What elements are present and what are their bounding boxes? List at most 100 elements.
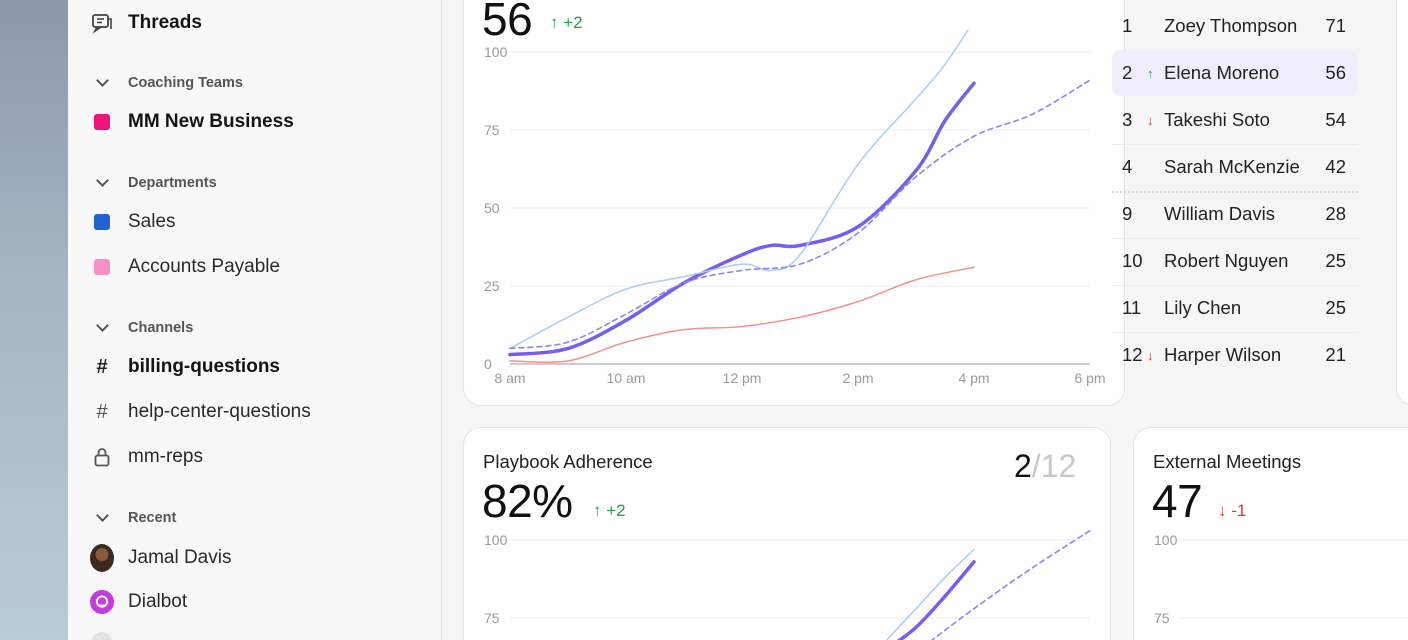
playbook-line-chart: 75 100	[484, 529, 1091, 640]
leaderboard-name: William Davis	[1164, 203, 1275, 224]
leaderboard-rank: 2	[1122, 62, 1133, 83]
sidebar-item-threads[interactable]: Threads	[68, 3, 442, 43]
leaderboard-rank: 11	[1122, 297, 1142, 318]
y-tick-label: 75	[484, 610, 500, 626]
section-recent-header[interactable]: Recent	[68, 498, 442, 538]
sidebar-item-billing-questions[interactable]: # billing-questions	[68, 347, 442, 387]
leaderboard-score: 28	[1325, 203, 1346, 224]
leaderboard-row[interactable]: 11 Lily Chen 25	[1112, 285, 1358, 331]
x-tick-label: 8 am	[494, 370, 525, 386]
leaderboard-rank: 3	[1122, 109, 1133, 130]
sidebar-item-dialbot[interactable]: Dialbot	[68, 582, 442, 622]
leaderboard-rank: 1	[1122, 15, 1133, 36]
sidebar-item-sales[interactable]: Sales	[68, 202, 442, 242]
arrow-up-icon: ↑	[593, 501, 602, 520]
sidebar-item-mm-new-business[interactable]: MM New Business	[68, 102, 442, 142]
sidebar-item-label: Sales	[128, 211, 176, 232]
series-line-3	[509, 266, 975, 364]
series-line-1	[509, 30, 969, 350]
arrow-up-icon: ↑	[1147, 65, 1154, 81]
meetings-delta: ↓ -1	[1218, 501, 1247, 520]
leaderboard-name: Takeshi Soto	[1164, 109, 1270, 130]
leaderboard-row[interactable]: 2 ↑ Elena Moreno 56	[1112, 50, 1358, 96]
leaderboard-row[interactable]: 4 Sarah McKenzie 42	[1112, 144, 1358, 190]
sidebar-item-label: MM New Business	[128, 111, 294, 132]
section-heading: Recent	[128, 510, 177, 526]
leaderboard-name: Zoey Thompson	[1164, 15, 1298, 36]
playbook-rank: 2/12	[1014, 448, 1077, 484]
department-color-icon	[90, 255, 114, 279]
leaderboard-rank: 9	[1122, 203, 1133, 224]
sidebar-item-label: Accounts Payable	[128, 256, 281, 277]
x-tick-label: 4 pm	[958, 370, 989, 386]
leaderboard-name: Elena Moreno	[1164, 62, 1280, 83]
y-tick-label: 0	[484, 356, 492, 372]
chevron-down-icon	[90, 316, 114, 340]
sidebar-item-jamal-davis[interactable]: Jamal Davis	[68, 538, 442, 578]
leaderboard-row[interactable]: 10 Robert Nguyen 25	[1112, 238, 1358, 284]
lock-icon	[90, 445, 114, 469]
meetings-value: 47	[1152, 475, 1203, 527]
leaderboard-name: Sarah McKenzie	[1164, 156, 1300, 177]
threads-icon	[90, 11, 114, 35]
y-tick-label: 75	[484, 122, 500, 138]
sidebar-item-label: Threads	[128, 12, 202, 33]
arrow-down-icon: ↓	[1218, 501, 1227, 520]
section-heading: Departments	[128, 175, 217, 191]
section-departments-header[interactable]: Departments	[68, 163, 442, 203]
meetings-line-chart: 75 100	[1154, 532, 1408, 626]
leaderboard-score: 54	[1325, 109, 1346, 130]
avatar	[90, 632, 114, 640]
leaderboard-row[interactable]: 12 ↓ Harper Wilson 21	[1112, 332, 1358, 378]
leaderboard-row[interactable]: 9 William Davis 28	[1112, 191, 1358, 237]
partial-card-right	[1396, 0, 1408, 406]
y-tick-label: 75	[1154, 610, 1170, 626]
score-line-chart: 0 25 50 75 100 8 am 10 am 12 pm 2 pm 4 pm 6 pm	[484, 30, 1106, 386]
leaderboard-rank: 4	[1122, 156, 1133, 177]
leaderboard-score: 25	[1325, 297, 1346, 318]
section-heading: Coaching Teams	[128, 75, 243, 91]
hash-icon: #	[96, 400, 108, 423]
team-color-icon	[90, 110, 114, 134]
y-tick-label: 100	[484, 532, 508, 548]
arrow-down-icon: ↓	[1147, 112, 1154, 128]
series-line-2	[509, 79, 1091, 350]
leaderboard-name: Harper Wilson	[1164, 344, 1282, 365]
leaderboard-rank: 10	[1122, 250, 1143, 271]
sidebar-item-label: Jamal Davis	[128, 547, 232, 568]
playbook-value: 82%	[482, 475, 573, 527]
section-coaching-teams-header[interactable]: Coaching Teams	[68, 63, 442, 103]
sidebar-item-label: Dialbot	[128, 591, 188, 612]
playbook-delta: ↑ +2	[593, 501, 626, 520]
sidebar-item-mm-reps[interactable]: mm-reps	[68, 437, 442, 477]
leaderboard-score: 21	[1325, 344, 1346, 365]
leaderboard-name: Lily Chen	[1164, 297, 1242, 318]
avatar	[90, 544, 114, 572]
y-tick-label: 50	[484, 200, 500, 216]
leaderboard-score: 25	[1325, 250, 1346, 271]
sidebar-item-label: help-center-questions	[128, 401, 311, 422]
dialbot-icon	[90, 590, 114, 614]
leaderboard-score: 42	[1325, 156, 1346, 177]
sidebar-item-recent-next[interactable]	[68, 626, 442, 640]
x-tick-label: 12 pm	[723, 370, 762, 386]
sidebar-item-label: mm-reps	[128, 446, 203, 467]
leaderboard-row[interactable]: 3 ↓ Takeshi Soto 54	[1112, 97, 1358, 143]
desktop-background	[0, 0, 68, 640]
leaderboard-score: 71	[1325, 15, 1346, 36]
x-tick-label: 6 pm	[1074, 370, 1105, 386]
y-tick-label: 25	[484, 278, 500, 294]
hash-icon: #	[96, 355, 108, 378]
card-title: External Meetings	[1153, 451, 1302, 472]
sidebar-item-accounts-payable[interactable]: Accounts Payable	[68, 247, 442, 287]
leaderboard-rank: 12	[1122, 344, 1143, 365]
series-line-2	[930, 529, 1091, 640]
department-color-icon	[90, 210, 114, 234]
sidebar-item-help-center-questions[interactable]: # help-center-questions	[68, 392, 442, 432]
series-line-1	[886, 548, 975, 640]
section-channels-header[interactable]: Channels	[68, 308, 442, 348]
series-line-0	[896, 560, 976, 640]
chevron-down-icon	[90, 71, 114, 95]
leaderboard-row[interactable]: 1 Zoey Thompson 71	[1112, 3, 1358, 49]
x-tick-label: 10 am	[607, 370, 646, 386]
